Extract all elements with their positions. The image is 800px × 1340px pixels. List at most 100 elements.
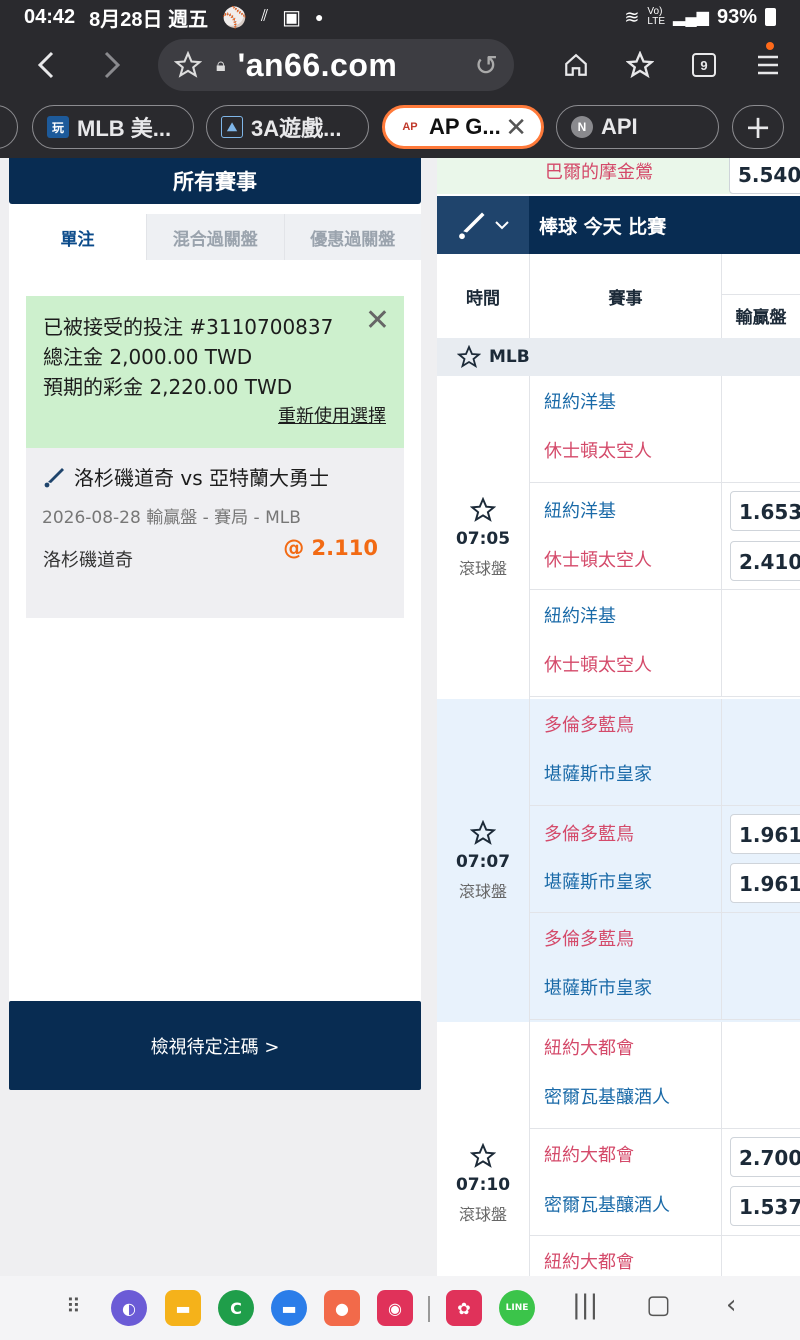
my-files-icon[interactable]: ▬	[165, 1290, 201, 1326]
back-button[interactable]	[16, 34, 76, 96]
url-bar[interactable]: 🔒︎ 'an66.com ↺	[158, 39, 514, 91]
all-events-header[interactable]: 所有賽事	[9, 158, 421, 204]
n-favicon-icon: N	[571, 116, 593, 138]
tab-count: 9	[692, 53, 716, 77]
tab-label: API	[601, 114, 638, 139]
bet-ticket: 洛杉磯道奇 vs 亞特蘭大勇士 2026-08-28 輸贏盤 - 賽局 - ML…	[26, 448, 404, 618]
ticket-meta: 2026-08-28 輸贏盤 - 賽局 - MLB	[42, 508, 301, 528]
tab-parlay[interactable]: 混合過關盤	[146, 214, 284, 260]
odds-box[interactable]: 2.410	[730, 541, 800, 581]
home-button[interactable]	[544, 34, 608, 96]
tabs-button[interactable]: 9	[672, 34, 736, 96]
close-tab-icon[interactable]: ✕	[505, 112, 527, 143]
odds-box[interactable]: 1.961	[730, 814, 800, 854]
tab-promo-parlay[interactable]: 優惠過關盤	[283, 214, 421, 260]
back-nav-button[interactable]: ‹	[726, 1290, 736, 1320]
away-team[interactable]: 密爾瓦基釀酒人	[544, 1191, 670, 1217]
previous-row: 巴爾的摩金鶯 5.540	[437, 158, 800, 194]
status-bar: 04:42 8月28日 週五 ⚾ ⫽ ▣ ● ≋ Vo) LTE ▂▄▆ 93%	[0, 0, 800, 34]
home-team[interactable]: 紐約大都會	[544, 1141, 634, 1167]
odds-box[interactable]: 1.961	[730, 863, 800, 903]
chevron-down-icon	[495, 221, 509, 230]
live-label: 滾球盤	[458, 558, 507, 578]
close-icon[interactable]: ✕	[365, 306, 390, 336]
lock-icon: 🔒︎	[216, 54, 226, 76]
tab-ap-active[interactable]: AP AP G... ✕	[382, 105, 544, 149]
menu-button[interactable]	[736, 34, 800, 96]
accepted-line: 已被接受的投注 #3110700837	[43, 315, 334, 339]
market-row: 紐約洋基 休士頓太空人	[530, 376, 800, 483]
league-name: MLB	[489, 347, 530, 367]
away-team[interactable]: 堪薩斯市皇家	[544, 974, 652, 1000]
reload-icon[interactable]: ↺	[475, 49, 498, 82]
forward-arrow-icon	[104, 51, 121, 79]
cell-divider	[721, 806, 722, 912]
wifi-icon: ≋	[624, 6, 640, 27]
home-team[interactable]: 紐約洋基	[544, 388, 616, 414]
away-team[interactable]: 堪薩斯市皇家	[544, 760, 652, 786]
star-icon[interactable]	[470, 1142, 496, 1169]
odds-box[interactable]: 5.540	[729, 158, 800, 194]
status-date: 8月28日 週五	[89, 8, 209, 31]
home-team[interactable]: 多倫多藍鳥	[544, 820, 634, 846]
away-team[interactable]: 密爾瓦基釀酒人	[544, 1083, 670, 1109]
odds-box[interactable]: 2.700	[730, 1137, 800, 1177]
home-team[interactable]: 多倫多藍鳥	[544, 711, 634, 737]
star-icon[interactable]	[470, 496, 496, 523]
ticket-selection: 洛杉磯道奇	[43, 550, 133, 571]
away-team[interactable]: 休士頓太空人	[544, 437, 652, 463]
cell-divider	[721, 1129, 722, 1235]
bookmarks-button[interactable]	[608, 34, 672, 96]
match-time: 07:07	[455, 851, 511, 872]
star-icon[interactable]	[470, 819, 496, 846]
stake-line: 總注金 2,000.00 TWD	[43, 345, 253, 369]
samsung-internet-icon[interactable]: ◐	[111, 1290, 147, 1326]
tab-single[interactable]: 單注	[9, 214, 146, 260]
tab-partial[interactable]	[0, 105, 18, 149]
line-app-icon[interactable]: LINE	[499, 1290, 535, 1326]
c-app-icon[interactable]: C	[218, 1290, 254, 1326]
recent-apps-button[interactable]: |||	[572, 1290, 598, 1320]
url-text[interactable]: 'an66.com	[238, 47, 398, 84]
ticket-odds: @ 2.110	[283, 536, 378, 560]
league-row[interactable]: MLB	[437, 338, 800, 376]
contacts-icon[interactable]: ●	[324, 1290, 360, 1326]
market-row: 紐約洋基 休士頓太空人 1.653 2.410	[530, 483, 800, 590]
time-cell: 07:10 滾球盤	[437, 1022, 530, 1276]
odds-box[interactable]: 1.653	[730, 491, 800, 531]
forward-button[interactable]	[82, 34, 142, 96]
reuse-selection-link[interactable]: 重新使用選擇	[278, 402, 386, 432]
new-tab-button[interactable]: +	[732, 105, 784, 149]
market-row: 紐約大都會	[530, 1236, 800, 1276]
away-team[interactable]: 休士頓太空人	[544, 651, 652, 677]
cell-divider	[721, 590, 722, 696]
tab-3a[interactable]: ⛰ 3A遊戲...	[206, 105, 369, 149]
home-team[interactable]: 紐約洋基	[544, 602, 616, 628]
team-name[interactable]: 巴爾的摩金鶯	[545, 158, 653, 184]
screen-recorder-icon[interactable]: ◉	[377, 1290, 413, 1326]
home-team[interactable]: 紐約大都會	[544, 1034, 634, 1060]
bookmark-star-icon[interactable]	[174, 51, 202, 79]
cell-divider	[721, 376, 722, 482]
home-nav-button[interactable]: ▢	[646, 1290, 671, 1320]
match-group: 07:05 滾球盤 紐約洋基 休士頓太空人 紐約洋基 休士頓太空人 1.653 …	[437, 376, 800, 699]
away-team[interactable]: 堪薩斯市皇家	[544, 868, 652, 894]
dot-icon: ●	[315, 9, 324, 25]
cell-divider	[721, 483, 722, 589]
messages-icon[interactable]: ▬	[271, 1290, 307, 1326]
flower-app-icon[interactable]: ✿	[446, 1290, 482, 1326]
star-icon[interactable]	[457, 345, 481, 369]
sport-selector[interactable]	[437, 196, 529, 254]
away-team[interactable]: 休士頓太空人	[544, 546, 652, 572]
status-time: 04:42	[24, 5, 76, 28]
home-team[interactable]: 紐約洋基	[544, 497, 616, 523]
view-pending-button[interactable]: 檢視待定注碼 >	[9, 1001, 421, 1090]
odds-box[interactable]: 1.537	[730, 1186, 800, 1226]
ticket-match: 洛杉磯道奇 vs 亞特蘭大勇士	[74, 466, 329, 490]
app-drawer-icon[interactable]: ⠿	[66, 1294, 81, 1318]
tab-api[interactable]: N API	[556, 105, 719, 149]
market-panel: 巴爾的摩金鶯 5.540 棒球 今天 比賽 時間 賽事 輸贏盤 MLB 07:0…	[437, 158, 800, 1276]
tab-mlb[interactable]: 玩 MLB 美...	[32, 105, 194, 149]
home-team[interactable]: 紐約大都會	[544, 1248, 634, 1274]
home-team[interactable]: 多倫多藍鳥	[544, 925, 634, 951]
